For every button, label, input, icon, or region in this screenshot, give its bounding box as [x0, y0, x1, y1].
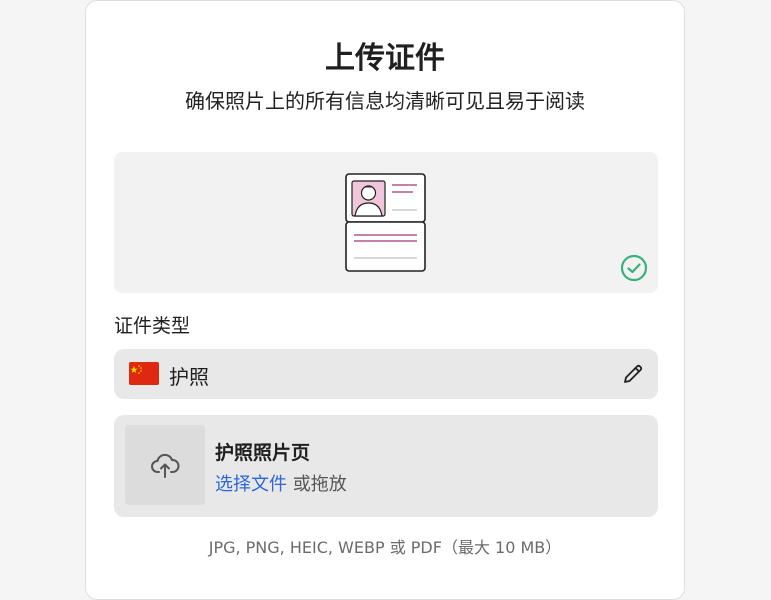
- page-title: 上传证件: [325, 41, 445, 76]
- upload-instructions: 选择文件 或拖放: [215, 470, 347, 496]
- document-type-select[interactable]: 护照: [114, 349, 658, 399]
- check-circle-icon: [620, 254, 648, 282]
- file-upload-dropzone[interactable]: 护照照片页 选择文件 或拖放: [114, 415, 658, 517]
- page-subtitle: 确保照片上的所有信息均清晰可见且易于阅读: [185, 89, 585, 113]
- choose-file-link[interactable]: 选择文件: [215, 474, 287, 495]
- document-type-value: 护照: [169, 365, 209, 389]
- drag-drop-text: 或拖放: [292, 474, 347, 495]
- id-illustration-panel: [114, 152, 658, 293]
- accepted-formats-note: JPG, PNG, HEIC, WEBP 或 PDF（最大 10 MB）: [208, 538, 562, 557]
- upload-title: 护照照片页: [215, 442, 311, 464]
- document-type-label: 证件类型: [114, 315, 191, 337]
- cloud-upload-icon: [151, 453, 180, 478]
- pencil-icon[interactable]: [622, 363, 644, 385]
- upload-thumbnail: [125, 425, 205, 505]
- upload-id-card: 上传证件 确保照片上的所有信息均清晰可见且易于阅读 证件类型 护照 护照照片页 …: [85, 0, 685, 600]
- china-flag-icon: [129, 362, 159, 385]
- id-document-icon: [345, 173, 426, 272]
